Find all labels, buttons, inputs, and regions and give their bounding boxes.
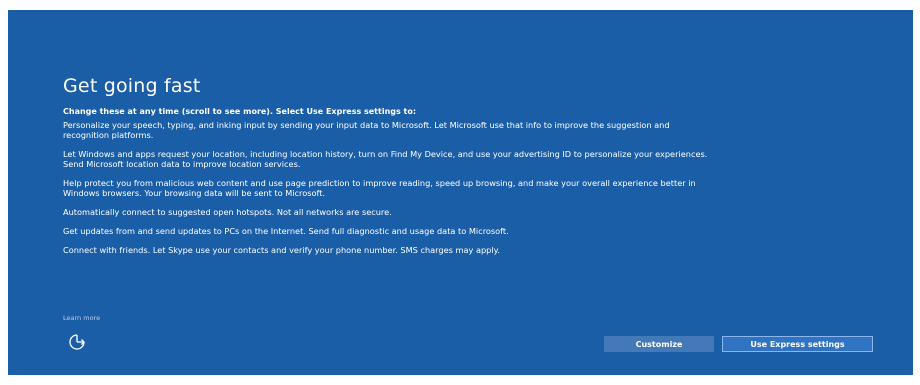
- settings-paragraph-speech: Personalize your speech, typing, and ink…: [63, 120, 670, 140]
- ease-of-access-icon[interactable]: [66, 331, 88, 351]
- setup-screen: Get going fast Change these at any time …: [8, 10, 913, 375]
- use-express-settings-button[interactable]: Use Express settings: [722, 336, 873, 352]
- settings-paragraph-location: Let Windows and apps request your locati…: [63, 149, 708, 169]
- settings-paragraph-updates: Get updates from and send updates to PCs…: [63, 226, 509, 236]
- settings-subheading: Change these at any time (scroll to see …: [63, 107, 417, 116]
- settings-content: Get going fast Change these at any time …: [63, 75, 713, 316]
- customize-button[interactable]: Customize: [604, 336, 714, 352]
- settings-paragraph-hotspots: Automatically connect to suggested open …: [63, 207, 392, 217]
- settings-paragraph-browser: Help protect you from malicious web cont…: [63, 178, 696, 198]
- page-title: Get going fast: [63, 75, 201, 97]
- settings-scroll-area[interactable]: Personalize your speech, typing, and ink…: [63, 120, 713, 316]
- settings-paragraph-skype: Connect with friends. Let Skype use your…: [63, 245, 500, 255]
- learn-more-link[interactable]: Learn more: [63, 314, 100, 322]
